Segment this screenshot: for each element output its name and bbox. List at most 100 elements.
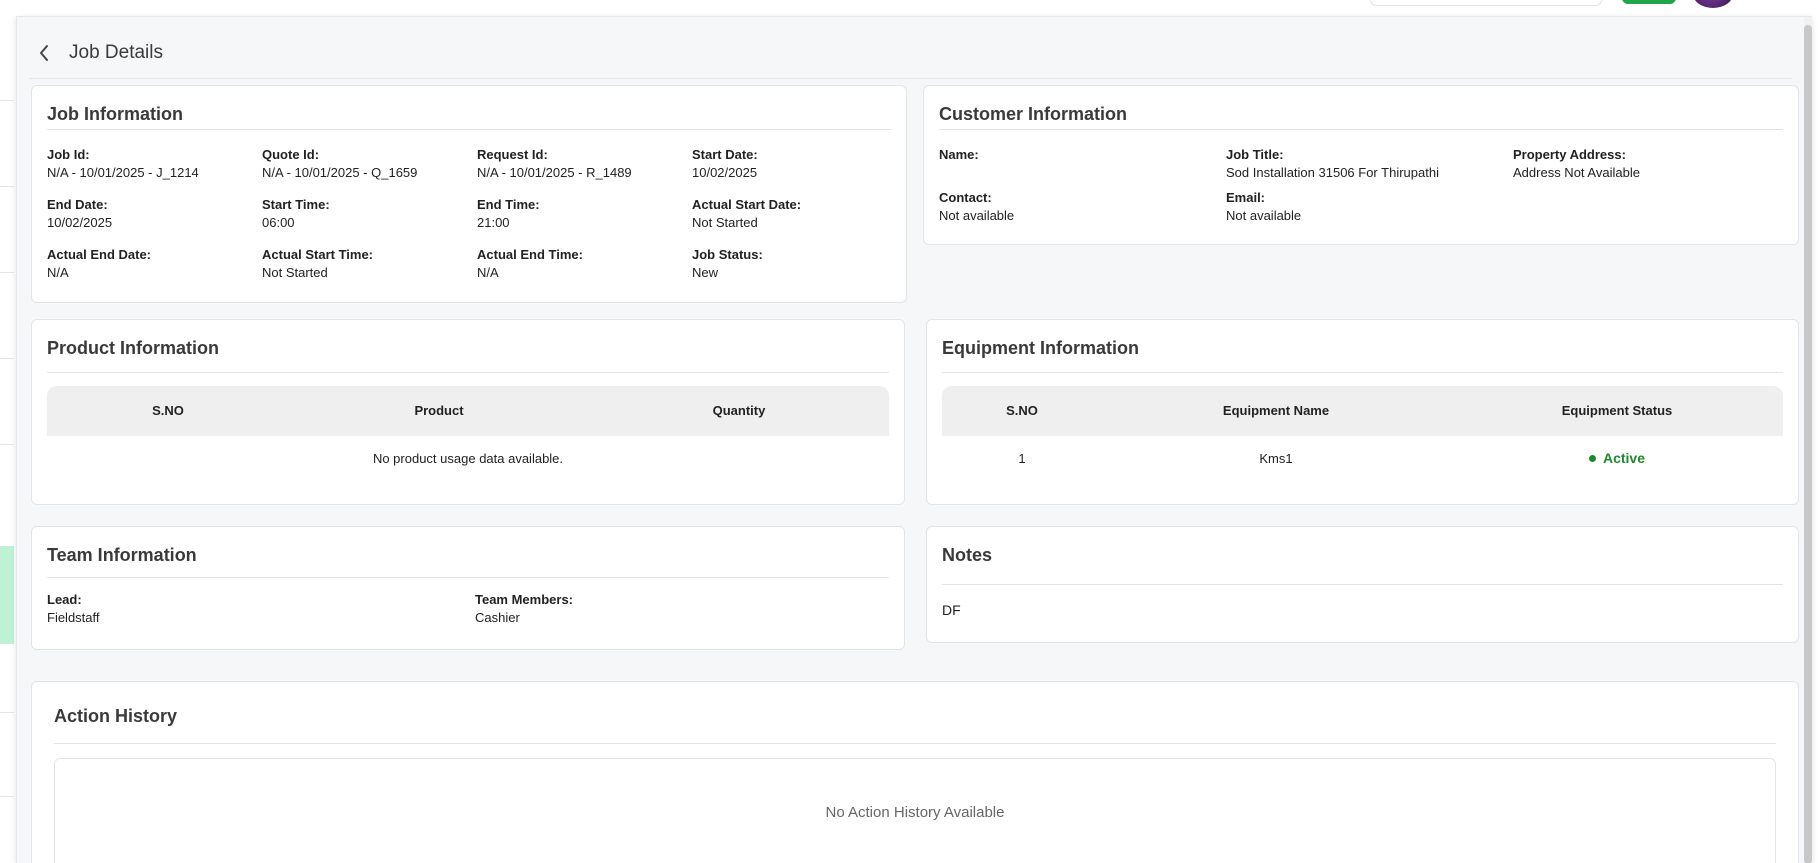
field-label: Job Title:	[1226, 147, 1284, 162]
field-label: Job Status:	[692, 247, 763, 262]
job-id-field: Job Id: N/A - 10/01/2025 - J_1214	[47, 146, 199, 182]
row-equipment-name: Kms1	[1259, 451, 1293, 466]
field-label: End Time:	[477, 197, 540, 212]
team-members-field: Team Members: Cashier	[475, 591, 573, 627]
status-badge: Active	[1450, 450, 1784, 466]
column-header-quantity: Quantity	[712, 403, 766, 418]
notes-title: Notes	[942, 545, 993, 565]
field-value: Fieldstaff	[47, 610, 100, 625]
column-header-equipment-name: Equipment Name	[1222, 403, 1330, 418]
email-field: Email: Not available	[1226, 189, 1301, 225]
job-information-card: Job Information Job Id: N/A - 10/01/2025 …	[31, 85, 907, 303]
field-value: New	[692, 265, 719, 280]
sidebar-divider	[0, 100, 14, 101]
divider	[47, 577, 889, 578]
divider	[54, 743, 1776, 744]
customer-information-title: Customer Information	[939, 104, 1128, 124]
lead-field: Lead: Fieldstaff	[47, 591, 100, 627]
sidebar-divider	[0, 712, 14, 713]
field-value: N/A - 10/01/2025 - R_1489	[477, 165, 632, 180]
property-address-field: Property Address: Address Not Available	[1513, 146, 1640, 182]
field-value: Not Started	[692, 215, 758, 230]
field-value: 10/02/2025	[47, 215, 113, 230]
field-label: Name:	[939, 147, 979, 162]
field-value: Not Started	[262, 265, 328, 280]
divider	[47, 129, 891, 130]
field-label: Team Members:	[475, 592, 574, 607]
field-label: Actual End Date:	[47, 247, 152, 262]
field-label: Request Id:	[477, 147, 548, 162]
status-label: Active	[1602, 450, 1646, 466]
equipment-table-header: S.NO Equipment Name Equipment Status	[942, 386, 1783, 436]
app-search-box[interactable]	[1370, 0, 1602, 6]
sidebar-divider	[0, 444, 14, 445]
job-details-panel: Job Details Job Information Job Id: N/A -…	[16, 16, 1812, 863]
chevron-left-icon	[40, 44, 48, 61]
field-value: N/A	[47, 265, 69, 280]
product-information-card: Product Information S.NO Product Quantit…	[31, 319, 905, 505]
field-value: 10/02/2025	[692, 165, 758, 180]
actual-end-time-field: Actual End Time: N/A	[477, 246, 583, 282]
field-value: N/A - 10/01/2025 - Q_1659	[262, 165, 418, 180]
action-history-title: Action History	[54, 706, 178, 726]
team-information-card: Team Information Lead: Fieldstaff Team Me…	[31, 526, 905, 650]
actual-end-date-field: Actual End Date: N/A	[47, 246, 151, 282]
field-label: End Date:	[47, 197, 108, 212]
row-sno: 1	[1018, 451, 1026, 466]
quote-id-field: Quote Id: N/A - 10/01/2025 - Q_1659	[262, 146, 417, 182]
field-value: 21:00	[477, 215, 510, 230]
column-header-sno: S.NO	[1006, 403, 1038, 418]
field-label: Actual Start Date:	[692, 197, 802, 212]
request-id-field: Request Id: N/A - 10/01/2025 - R_1489	[477, 146, 632, 182]
status-dot-icon	[1588, 455, 1596, 463]
divider	[942, 372, 1783, 373]
field-label: Job Id:	[47, 147, 90, 162]
field-label: Start Date:	[692, 147, 758, 162]
sidebar-divider	[0, 358, 14, 359]
field-value: Address Not Available	[1513, 165, 1640, 180]
field-label: Start Time:	[262, 197, 330, 212]
product-empty-message: No product usage data available.	[372, 451, 564, 466]
app-action-button[interactable]	[1622, 0, 1676, 4]
divider	[47, 372, 889, 373]
column-header-equipment-status: Equipment Status	[1561, 403, 1673, 418]
field-label: Email:	[1226, 190, 1266, 205]
back-button[interactable]	[29, 38, 59, 68]
equipment-information-title: Equipment Information	[942, 338, 1139, 358]
sidebar-active-item[interactable]	[0, 546, 14, 644]
field-value: N/A - 10/01/2025 - J_1214	[47, 165, 199, 180]
end-date-field: End Date: 10/02/2025	[47, 196, 112, 232]
scrollbar-thumb[interactable]	[1804, 25, 1812, 863]
field-value: Not available	[939, 208, 1015, 223]
column-header-sno: S.NO	[152, 403, 184, 418]
field-label: Actual Start Time:	[262, 247, 374, 262]
end-time-field: End Time: 21:00	[477, 196, 540, 232]
actual-start-time-field: Actual Start Time: Not Started	[262, 246, 373, 282]
customer-information-card: Customer Information Name: Job Title: Sod…	[923, 85, 1799, 245]
actual-start-date-field: Actual Start Date: Not Started	[692, 196, 801, 232]
divider	[939, 129, 1783, 130]
app-sidebar	[0, 16, 14, 863]
action-history-list: No Action History Available	[54, 758, 1776, 863]
panel-header: Job Details	[29, 27, 1792, 79]
action-history-card: Action History No Action History Availab…	[31, 681, 1799, 863]
field-value: Cashier	[475, 610, 520, 625]
product-table-header: S.NO Product Quantity	[47, 386, 889, 436]
field-value: Sod Installation 31506 For Thirupathi	[1226, 165, 1439, 180]
contact-field: Contact: Not available	[939, 189, 1014, 225]
sidebar-divider	[0, 796, 14, 797]
divider	[942, 584, 1783, 585]
column-header-product: Product	[414, 403, 464, 418]
customer-name-field: Name:	[939, 146, 979, 164]
notes-text: DF	[942, 602, 961, 618]
sidebar-divider	[0, 186, 14, 187]
equipment-information-card: Equipment Information S.NO Equipment Nam…	[926, 319, 1799, 505]
field-value: 06:00	[262, 215, 295, 230]
job-status-field: Job Status: New	[692, 246, 763, 282]
field-label: Lead:	[47, 592, 82, 607]
table-row: 1 Kms1 Active	[942, 436, 1783, 486]
scrollbar-track[interactable]	[1804, 17, 1812, 863]
field-label: Actual End Time:	[477, 247, 583, 262]
notes-card: Notes DF	[926, 526, 1799, 643]
team-information-title: Team Information	[47, 545, 197, 565]
